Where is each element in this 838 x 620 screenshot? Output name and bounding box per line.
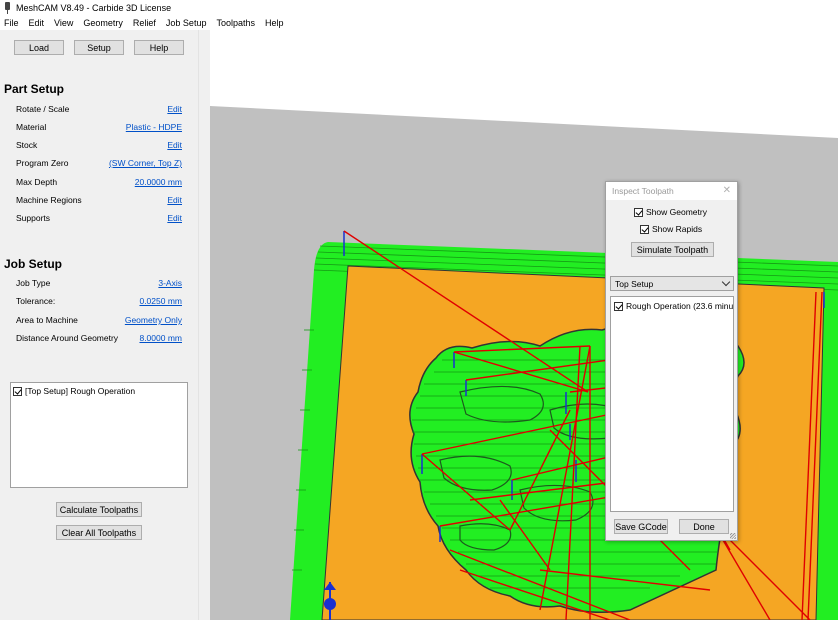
rotate-scale-link[interactable]: Edit [167, 104, 182, 114]
setup-select-value: Top Setup [615, 278, 654, 289]
part-setup-title: Part Setup [4, 82, 65, 96]
3d-viewport[interactable] [210, 30, 838, 620]
distance-around-geometry-label: Distance Around Geometry [16, 333, 119, 343]
area-to-machine-label: Area to Machine [16, 315, 78, 325]
menu-toolpaths[interactable]: Toolpaths [211, 18, 260, 28]
show-rapids-checkbox[interactable] [640, 224, 649, 234]
toolpath-render [210, 106, 838, 620]
rough-operation-label: Rough Operation (23.6 minutes) [626, 301, 734, 311]
max-depth-link[interactable]: 20.0000 mm [135, 177, 182, 187]
menu-geometry[interactable]: Geometry [78, 18, 128, 28]
menu-relief[interactable]: Relief [128, 18, 161, 28]
stock-label: Stock [16, 140, 38, 150]
material-label: Material [16, 122, 47, 132]
show-rapids-toggle[interactable]: Show Rapids [640, 224, 702, 234]
load-button[interactable]: Load [14, 40, 64, 55]
operation-list[interactable]: [Top Setup] Rough Operation [10, 382, 188, 488]
show-rapids-label: Show Rapids [652, 224, 703, 234]
help-button[interactable]: Help [134, 40, 184, 55]
setup-button[interactable]: Setup [74, 40, 124, 55]
dialog-title-bar[interactable]: Inspect Toolpath ✕ [606, 182, 737, 200]
menu-bar: File Edit View Geometry Relief Job Setup… [0, 15, 838, 30]
job-type-link[interactable]: 3-Axis [158, 278, 182, 288]
simulate-toolpath-button[interactable]: Simulate Toolpath [631, 242, 714, 257]
show-geometry-toggle[interactable]: Show Geometry [634, 207, 707, 217]
menu-view[interactable]: View [49, 18, 78, 28]
menu-edit[interactable]: Edit [24, 18, 50, 28]
job-setup-title: Job Setup [4, 257, 63, 271]
calculate-toolpaths-button[interactable]: Calculate Toolpaths [56, 502, 142, 517]
rough-operation-checkbox[interactable] [614, 301, 623, 311]
chevron-down-icon [721, 277, 731, 287]
program-zero-label: Program Zero [16, 158, 69, 168]
save-gcode-button[interactable]: Save GCode [614, 519, 668, 534]
inspect-toolpath-dialog: Inspect Toolpath ✕ Show Geometry Show Ra… [605, 181, 738, 541]
menu-job-setup[interactable]: Job Setup [161, 18, 212, 28]
clear-all-toolpaths-button[interactable]: Clear All Toolpaths [56, 525, 142, 540]
tolerance-link[interactable]: 0.0250 mm [139, 296, 182, 306]
operation-inspect-list[interactable]: Rough Operation (23.6 minutes) [610, 296, 734, 512]
title-bar: MeshCAM V8.49 - Carbide 3D License [0, 0, 838, 15]
job-type-label: Job Type [16, 278, 51, 288]
max-depth-label: Max Depth [16, 177, 58, 187]
supports-label: Supports [16, 213, 51, 223]
machine-regions-link[interactable]: Edit [167, 195, 182, 205]
distance-around-geometry-link[interactable]: 8.0000 mm [139, 333, 182, 343]
supports-link[interactable]: Edit [167, 213, 182, 223]
resize-grip-icon[interactable] [730, 533, 736, 539]
tolerance-label: Tolerance: [16, 296, 56, 306]
program-zero-link[interactable]: (SW Corner, Top Z) [109, 158, 182, 168]
show-geometry-checkbox[interactable] [634, 207, 643, 217]
list-item[interactable]: [Top Setup] Rough Operation [13, 386, 135, 396]
window-title: MeshCAM V8.49 - Carbide 3D License [16, 2, 172, 13]
operation-checkbox[interactable] [13, 386, 22, 396]
menu-file[interactable]: File [0, 18, 24, 28]
setup-select[interactable]: Top Setup [610, 276, 734, 291]
stock-link[interactable]: Edit [167, 140, 182, 150]
left-panel: Load Setup Help Part Setup Rotate / Scal… [0, 30, 198, 620]
operation-label: [Top Setup] Rough Operation [25, 386, 136, 396]
list-item[interactable]: Rough Operation (23.6 minutes) [614, 301, 734, 311]
machine-regions-label: Machine Regions [16, 195, 82, 205]
material-link[interactable]: Plastic - HDPE [126, 122, 182, 132]
app-icon [3, 1, 12, 14]
show-geometry-label: Show Geometry [646, 207, 707, 217]
dialog-title: Inspect Toolpath [612, 186, 674, 196]
rotate-scale-label: Rotate / Scale [16, 104, 70, 114]
close-icon[interactable]: ✕ [723, 185, 731, 196]
done-button[interactable]: Done [679, 519, 729, 534]
panel-splitter[interactable] [198, 30, 210, 620]
area-to-machine-link[interactable]: Geometry Only [125, 315, 182, 325]
menu-help[interactable]: Help [260, 18, 289, 28]
